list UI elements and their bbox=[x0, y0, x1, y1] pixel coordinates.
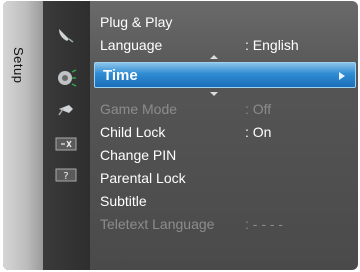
setup-tab-label: Setup bbox=[11, 47, 26, 84]
menu-item-child-lock[interactable]: Child Lock : On bbox=[100, 121, 350, 143]
menu-item-parental-lock[interactable]: Parental Lock bbox=[100, 167, 350, 189]
setup-icon[interactable] bbox=[55, 101, 77, 117]
scroll-up-icon bbox=[210, 55, 218, 59]
svg-text:?: ? bbox=[63, 171, 68, 182]
menu-item-label: Change PIN bbox=[100, 147, 177, 163]
menu-item-game-mode: Game Mode : Off bbox=[100, 98, 350, 120]
menu-item-label: Time bbox=[103, 67, 138, 84]
menu-item-label: Child Lock bbox=[100, 124, 166, 140]
menu-item-teletext-language: Teletext Language : - - - - bbox=[100, 213, 350, 235]
menu-item-value: : Off bbox=[245, 101, 272, 117]
tv-osd-screen: Setup ? Plug & Play Language: English T… bbox=[3, 1, 358, 270]
menu-item-label: Game Mode bbox=[100, 101, 178, 117]
picture-icon[interactable] bbox=[55, 27, 77, 43]
menu-item-change-pin[interactable]: Change PIN bbox=[100, 144, 350, 166]
menu-item-value: : English bbox=[245, 37, 299, 53]
sound-icon[interactable] bbox=[55, 68, 77, 88]
setup-tab[interactable]: Setup bbox=[3, 1, 43, 270]
menu-item-label: Language bbox=[100, 37, 163, 53]
menu-item-value: : - - - - bbox=[245, 216, 284, 232]
submenu-arrow-icon bbox=[339, 72, 345, 80]
menu-item-value: : On bbox=[245, 124, 272, 140]
menu-item-time[interactable]: Time bbox=[94, 62, 356, 88]
menu-item-label: Teletext Language bbox=[100, 216, 215, 232]
scroll-down-icon bbox=[210, 92, 218, 96]
menu-item-label: Plug & Play bbox=[100, 14, 173, 30]
menu-item-label: Subtitle bbox=[100, 193, 147, 209]
menu-icon-column: ? bbox=[43, 1, 90, 270]
menu-item-language[interactable]: Language : English bbox=[100, 34, 350, 56]
setup-menu: Plug & Play Language : English Time Game… bbox=[90, 1, 358, 270]
menu-item-plug-and-play[interactable]: Plug & Play bbox=[100, 11, 350, 33]
menu-item-label: Parental Lock bbox=[100, 170, 186, 186]
channel-icon[interactable] bbox=[55, 136, 77, 152]
help-icon[interactable]: ? bbox=[55, 167, 77, 183]
menu-item-subtitle[interactable]: Subtitle bbox=[100, 190, 350, 212]
